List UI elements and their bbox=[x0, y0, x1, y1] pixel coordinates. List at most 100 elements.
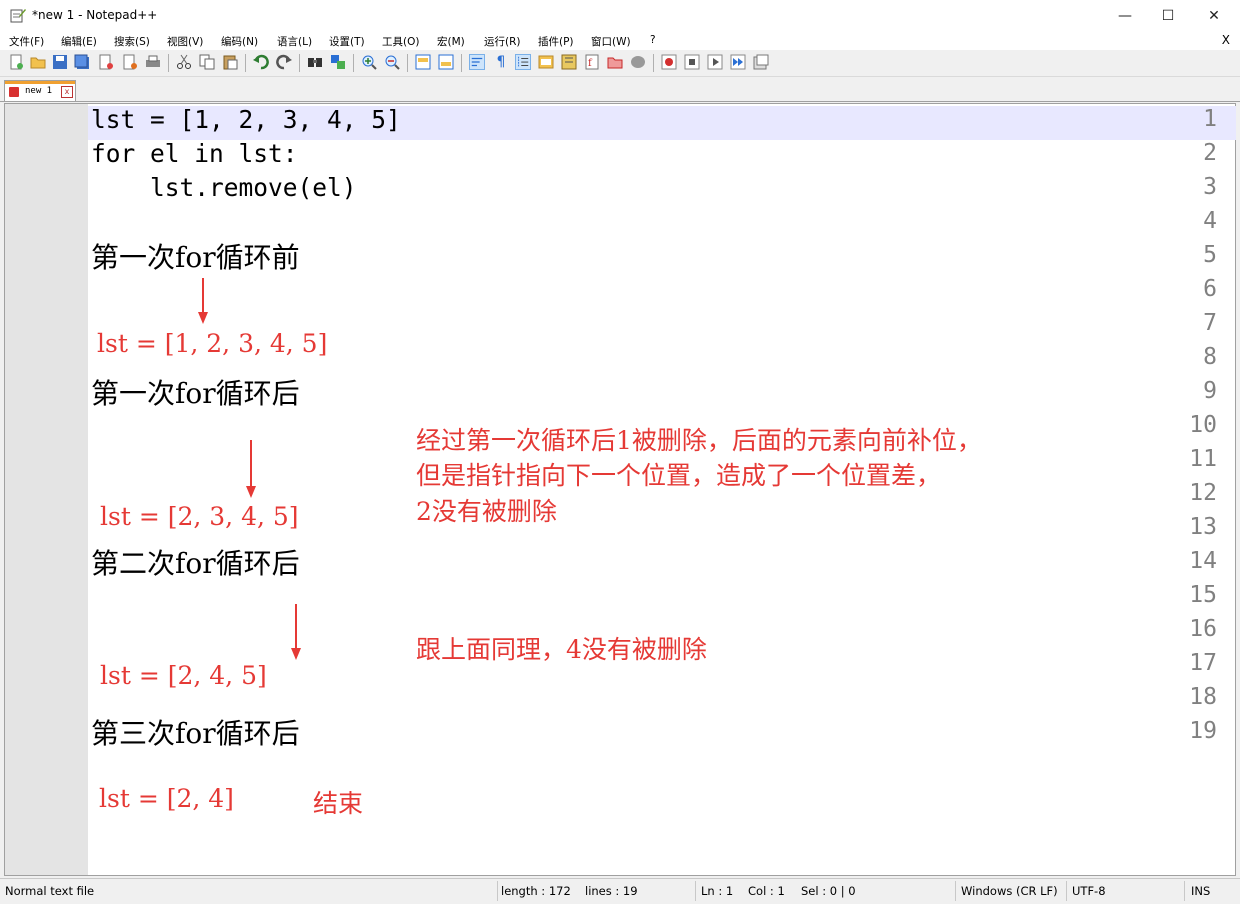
toolbar-separator bbox=[353, 54, 354, 72]
tab-bar: new 1 x bbox=[0, 77, 1240, 102]
toolbar-separator bbox=[245, 54, 246, 72]
word-wrap-icon[interactable] bbox=[469, 54, 485, 70]
menu-run[interactable]: 运行(R) bbox=[484, 34, 521, 49]
menu-tools[interactable]: 工具(O) bbox=[382, 34, 419, 49]
toolbar-separator bbox=[299, 54, 300, 72]
maximize-button[interactable]: ☐ bbox=[1145, 0, 1191, 32]
play-macro-icon[interactable] bbox=[707, 54, 723, 70]
menu-encoding[interactable]: 编码(N) bbox=[221, 34, 258, 49]
line-number: 3 bbox=[1203, 174, 1217, 200]
line-number: 12 bbox=[1189, 480, 1217, 506]
explanation-note: 跟上面同理，4没有被删除 bbox=[416, 635, 707, 664]
cut-icon[interactable] bbox=[176, 54, 192, 70]
eol-format-status[interactable]: Windows (CR LF) bbox=[961, 884, 1058, 898]
close-file-icon[interactable] bbox=[98, 54, 114, 70]
menu-help[interactable]: ? bbox=[650, 34, 656, 46]
tab-label: new 1 bbox=[25, 86, 53, 96]
menu-file[interactable]: 文件(F) bbox=[9, 34, 44, 49]
active-tab-indicator bbox=[5, 81, 75, 84]
close-document-button[interactable]: X bbox=[1222, 33, 1230, 47]
selection-status: Sel : 0 | 0 bbox=[801, 884, 856, 898]
code-line: lst.remove(el) bbox=[91, 173, 357, 202]
explanation-note: 但是指针指向下一个位置，造成了一个位置差， bbox=[416, 461, 942, 490]
minimize-button[interactable]: — bbox=[1102, 0, 1148, 32]
status-separator bbox=[955, 881, 956, 901]
explanation-note: 经过第一次循环后1被删除，后面的元素向前补位， bbox=[416, 426, 982, 455]
close-all-icon[interactable] bbox=[122, 54, 138, 70]
unsaved-file-icon bbox=[9, 87, 19, 97]
line-number: 13 bbox=[1189, 514, 1217, 540]
save-icon[interactable] bbox=[52, 54, 68, 70]
editor-area[interactable]: 1 2 3 4 5 6 7 8 9 10 11 12 13 14 15 16 1… bbox=[4, 103, 1236, 876]
show-all-characters-icon[interactable]: ¶ bbox=[493, 54, 509, 70]
menu-edit[interactable]: 编辑(E) bbox=[61, 34, 97, 49]
line-number: 4 bbox=[1203, 208, 1217, 234]
run-macro-multiple-icon[interactable] bbox=[730, 54, 746, 70]
redo-icon[interactable] bbox=[276, 54, 292, 70]
section-heading: 第三次for循环后 bbox=[91, 717, 300, 750]
lines-status: lines : 19 bbox=[585, 884, 638, 898]
menu-window[interactable]: 窗口(W) bbox=[591, 34, 631, 49]
print-icon[interactable] bbox=[145, 54, 161, 70]
file-type-status: Normal text file bbox=[5, 884, 95, 898]
list-state-annotation: lst = [2, 3, 4, 5] bbox=[100, 502, 299, 531]
menu-view[interactable]: 视图(V) bbox=[167, 34, 203, 49]
menu-language[interactable]: 语言(L) bbox=[277, 34, 312, 49]
sync-horizontal-icon[interactable] bbox=[438, 54, 454, 70]
menu-settings[interactable]: 设置(T) bbox=[329, 34, 365, 49]
status-bar: Normal text file length : 172 lines : 19… bbox=[0, 878, 1240, 904]
open-file-icon[interactable] bbox=[30, 54, 46, 70]
code-line: for el in lst: bbox=[91, 139, 298, 168]
save-all-icon[interactable] bbox=[74, 54, 90, 70]
sync-vertical-icon[interactable] bbox=[415, 54, 431, 70]
menu-macro[interactable]: 宏(M) bbox=[437, 34, 465, 49]
document-map-icon[interactable] bbox=[561, 54, 577, 70]
line-number: 18 bbox=[1189, 684, 1217, 710]
section-heading: 第一次for循环后 bbox=[91, 377, 300, 410]
cursor-line-status: Ln : 1 bbox=[701, 884, 734, 898]
tab-new-1[interactable]: new 1 x bbox=[4, 80, 76, 101]
monitoring-icon[interactable] bbox=[630, 54, 646, 70]
toolbar-separator bbox=[461, 54, 462, 72]
status-separator bbox=[695, 881, 696, 901]
toolbar-separator bbox=[653, 54, 654, 72]
line-number: 15 bbox=[1189, 582, 1217, 608]
line-number: 16 bbox=[1189, 616, 1217, 642]
new-file-icon[interactable] bbox=[8, 54, 24, 70]
status-separator bbox=[497, 881, 498, 901]
cursor-column-status: Col : 1 bbox=[748, 884, 785, 898]
close-window-button[interactable]: ✕ bbox=[1191, 0, 1237, 32]
tab-close-icon[interactable]: x bbox=[61, 86, 73, 98]
toolbar: ¶ f bbox=[0, 50, 1240, 77]
section-heading: 第二次for循环后 bbox=[91, 547, 300, 580]
length-status: length : 172 bbox=[501, 884, 571, 898]
replace-icon[interactable] bbox=[330, 54, 346, 70]
line-number-gutter bbox=[5, 104, 88, 875]
line-number: 7 bbox=[1203, 310, 1217, 336]
function-list-icon[interactable]: f bbox=[584, 54, 600, 70]
save-macro-icon[interactable] bbox=[753, 54, 769, 70]
window-title: *new 1 - Notepad++ bbox=[32, 8, 158, 22]
typing-mode-status[interactable]: INS bbox=[1191, 884, 1210, 898]
menu-plugins[interactable]: 插件(P) bbox=[538, 34, 574, 49]
indent-guide-icon[interactable] bbox=[515, 54, 531, 70]
encoding-status[interactable]: UTF-8 bbox=[1072, 884, 1106, 898]
list-state-annotation: lst = [2, 4] bbox=[99, 784, 234, 813]
toolbar-separator bbox=[168, 54, 169, 72]
line-number: 1 bbox=[1203, 106, 1217, 132]
zoom-out-icon[interactable] bbox=[384, 54, 400, 70]
notepad-plus-plus-icon bbox=[10, 9, 26, 23]
menu-search[interactable]: 搜索(S) bbox=[114, 34, 150, 49]
paste-icon[interactable] bbox=[222, 54, 238, 70]
undo-icon[interactable] bbox=[253, 54, 269, 70]
user-defined-language-icon[interactable] bbox=[538, 54, 554, 70]
folder-workspace-icon[interactable] bbox=[607, 54, 623, 70]
zoom-in-icon[interactable] bbox=[361, 54, 377, 70]
toolbar-separator bbox=[407, 54, 408, 72]
record-macro-icon[interactable] bbox=[661, 54, 677, 70]
line-number: 14 bbox=[1189, 548, 1217, 574]
find-icon[interactable] bbox=[307, 54, 323, 70]
line-number: 17 bbox=[1189, 650, 1217, 676]
copy-icon[interactable] bbox=[199, 54, 215, 70]
stop-macro-icon[interactable] bbox=[684, 54, 700, 70]
